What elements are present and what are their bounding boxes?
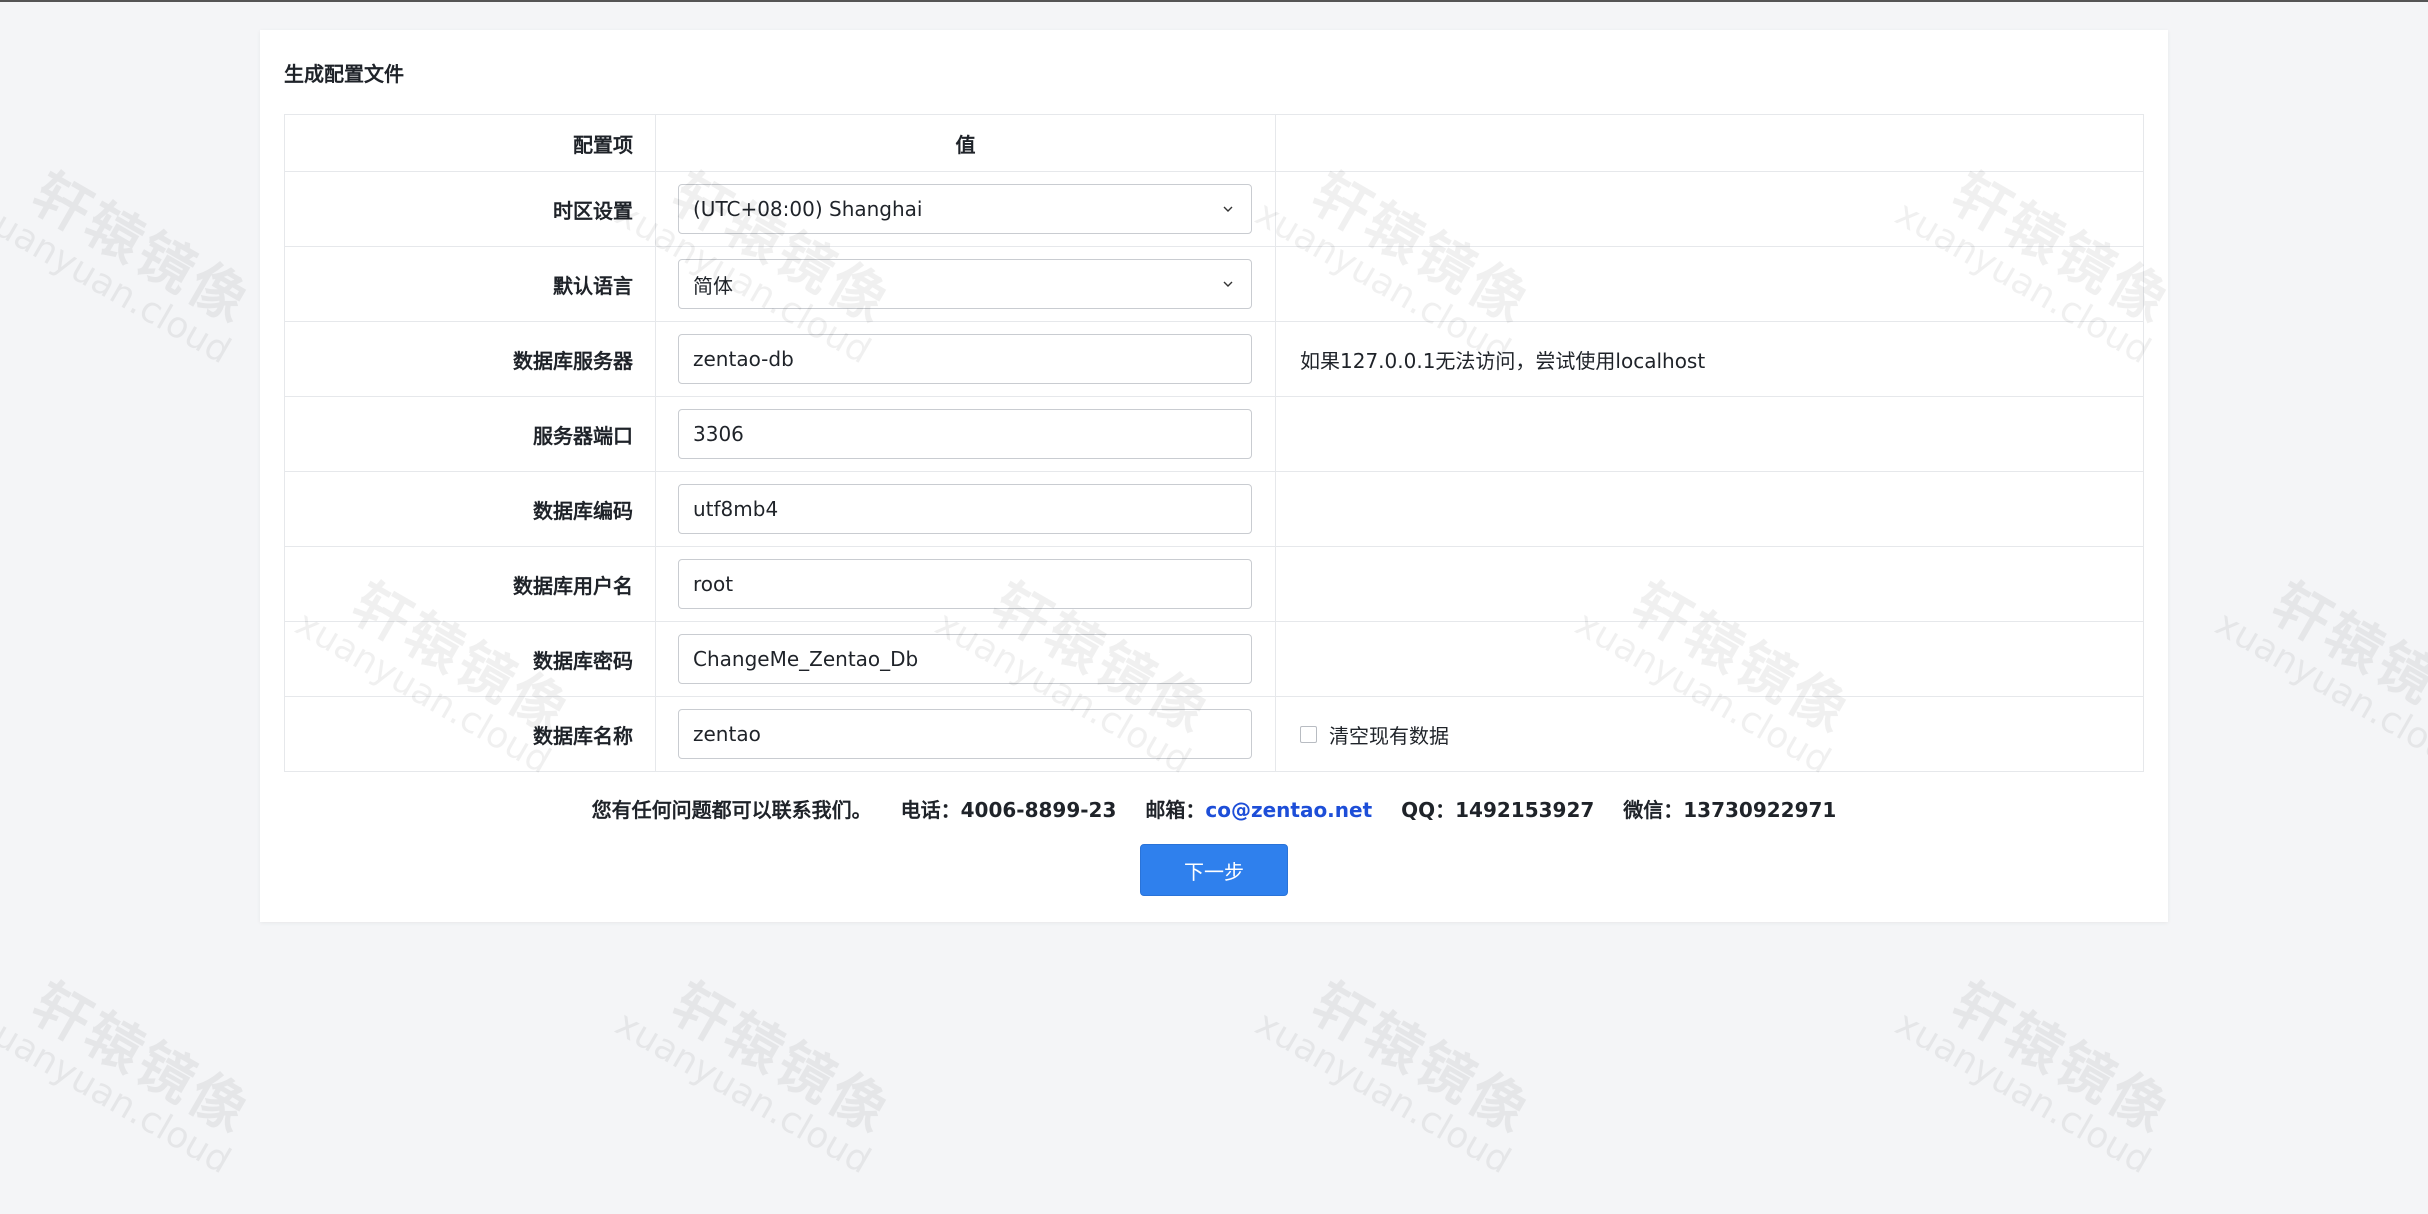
- watermark: 轩辕镜像xuanyuan.cloud: [1888, 971, 2182, 1183]
- db-encoding-extra: [1275, 471, 2144, 547]
- contact-phone: 电话：4006-8899-23: [901, 798, 1117, 822]
- language-selected-value: 简体: [693, 273, 733, 298]
- watermark: 轩辕镜像xuanyuan.cloud: [608, 971, 902, 1183]
- page-title: 生成配置文件: [284, 62, 404, 86]
- phone-label: 电话：: [900, 798, 961, 822]
- timezone-label: 时区设置: [284, 171, 656, 247]
- table-row-db-host: 数据库服务器 如果127.0.0.1无法访问，尝试使用localhost: [284, 321, 2144, 397]
- phone-number: 4006-8899-23: [960, 798, 1117, 822]
- db-password-input[interactable]: [678, 634, 1252, 684]
- db-name-label: 数据库名称: [284, 696, 656, 772]
- db-encoding-input[interactable]: [678, 484, 1252, 534]
- db-password-label: 数据库密码: [284, 621, 656, 697]
- db-user-extra: [1275, 546, 2144, 622]
- db-host-input[interactable]: [678, 334, 1252, 384]
- next-step-button[interactable]: 下一步: [1140, 844, 1288, 896]
- watermark: 轩辕镜像xuanyuan.cloud: [0, 971, 262, 1183]
- table-row-db-encoding: 数据库编码: [284, 471, 2144, 547]
- watermark: 轩辕镜像xuanyuan.cloud: [1248, 971, 1542, 1183]
- clear-data-option[interactable]: 清空现有数据: [1300, 720, 2142, 749]
- timezone-select[interactable]: (UTC+08:00) Shanghai: [678, 184, 1252, 234]
- db-host-hint: 如果127.0.0.1无法访问，尝试使用localhost: [1275, 321, 2144, 397]
- table-row-db-name: 数据库名称 清空现有数据: [284, 696, 2144, 772]
- window-top-border: [0, 0, 2428, 2]
- db-port-label: 服务器端口: [284, 396, 656, 472]
- qq-number: 1492153927: [1455, 798, 1595, 822]
- email-label: 邮箱：: [1145, 798, 1206, 822]
- db-user-input[interactable]: [678, 559, 1252, 609]
- contact-info: 您有任何问题都可以联系我们。 电话：4006-8899-23 邮箱：co@zen…: [260, 794, 2168, 823]
- timezone-extra: [1275, 171, 2144, 247]
- db-user-label: 数据库用户名: [284, 546, 656, 622]
- table-row-db-password: 数据库密码: [284, 621, 2144, 697]
- chevron-down-icon: [1223, 206, 1233, 212]
- clear-data-label: 清空现有数据: [1329, 723, 1449, 748]
- header-value: 值: [655, 114, 1276, 172]
- contact-qq: QQ：1492153927: [1401, 798, 1594, 822]
- db-host-label: 数据库服务器: [284, 321, 656, 397]
- clear-data-checkbox[interactable]: [1300, 725, 1317, 743]
- contact-intro: 您有任何问题都可以联系我们。: [591, 798, 872, 822]
- timezone-selected-value: (UTC+08:00) Shanghai: [693, 197, 923, 221]
- email-link[interactable]: co@zentao.net: [1205, 798, 1372, 822]
- table-header-row: 配置项 值: [284, 114, 2144, 172]
- db-encoding-label: 数据库编码: [284, 471, 656, 547]
- wechat-number: 13730922971: [1683, 798, 1837, 822]
- table-row-language: 默认语言 简体: [284, 246, 2144, 322]
- chevron-down-icon: [1223, 281, 1233, 287]
- contact-email: 邮箱：co@zentao.net: [1145, 798, 1372, 822]
- header-extra: [1275, 114, 2144, 172]
- header-config-item: 配置项: [284, 114, 656, 172]
- table-row-timezone: 时区设置 (UTC+08:00) Shanghai: [284, 171, 2144, 247]
- watermark: 轩辕镜像xuanyuan.cloud: [2208, 571, 2428, 783]
- language-extra: [1275, 246, 2144, 322]
- db-port-extra: [1275, 396, 2144, 472]
- db-port-input[interactable]: [678, 409, 1252, 459]
- config-table: 配置项 值 时区设置 (UTC+08:00) Shanghai 默认语言 简体 …: [284, 114, 2144, 772]
- wechat-label: 微信：: [1623, 798, 1684, 822]
- language-select[interactable]: 简体: [678, 259, 1252, 309]
- table-row-db-user: 数据库用户名: [284, 546, 2144, 622]
- table-row-db-port: 服务器端口: [284, 396, 2144, 472]
- db-password-extra: [1275, 621, 2144, 697]
- db-name-input[interactable]: [678, 709, 1252, 759]
- qq-label: QQ：: [1401, 798, 1456, 822]
- config-panel: 生成配置文件 配置项 值 时区设置 (UTC+08:00) Shanghai 默…: [260, 30, 2168, 922]
- contact-wechat: 微信：13730922971: [1623, 798, 1836, 822]
- language-label: 默认语言: [284, 246, 656, 322]
